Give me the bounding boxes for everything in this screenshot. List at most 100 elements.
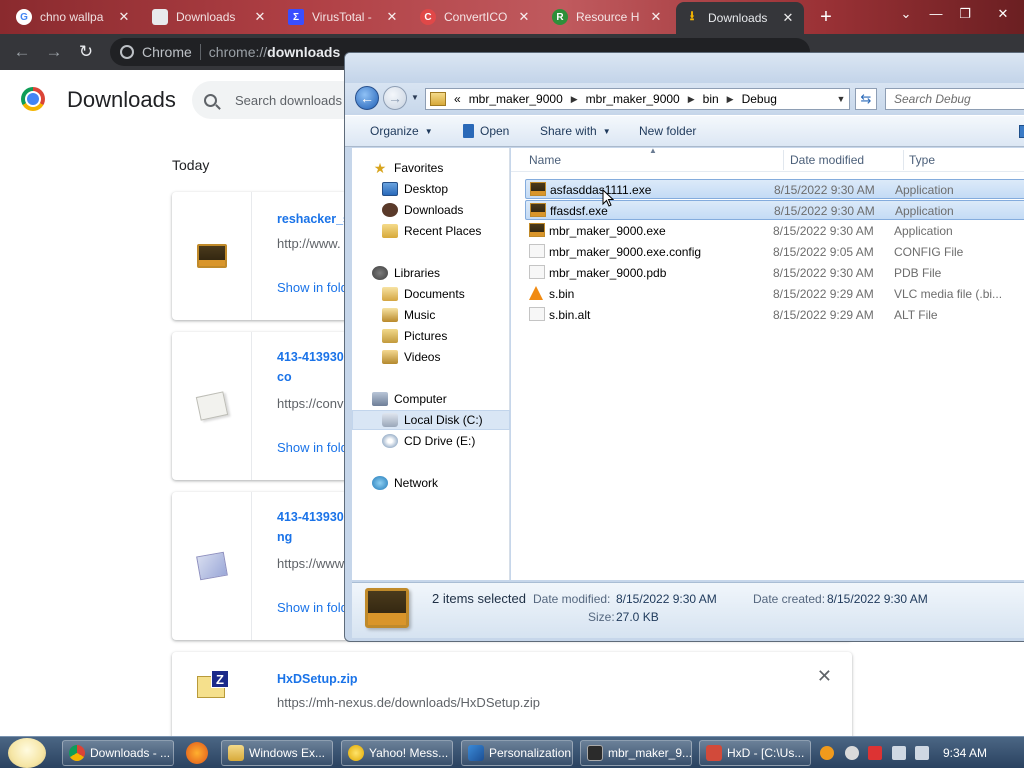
firefox-icon[interactable]	[186, 742, 208, 764]
security-tray-icon[interactable]	[868, 746, 882, 760]
recent-locations-dropdown[interactable]: ▼	[411, 93, 421, 102]
column-divider[interactable]	[783, 150, 784, 170]
close-icon[interactable]: ✕	[516, 9, 532, 25]
breadcrumb-overflow[interactable]: «	[450, 92, 465, 106]
tab-resource-hacker[interactable]: R Resource H ✕	[544, 2, 672, 32]
column-header-type[interactable]: Type	[909, 153, 935, 167]
window-close-icon[interactable]: ✕	[990, 4, 1016, 24]
file-list-pane: ▲ Name Date modified Type asfasddas1111.…	[511, 146, 1024, 580]
nav-label: Documents	[404, 287, 465, 301]
taskbar-hxd[interactable]: HxD - [C:\Us...	[699, 740, 811, 766]
breadcrumb-separator-icon[interactable]: ▶	[567, 94, 582, 105]
tab-chno-wallpaper[interactable]: G chno wallpa ✕	[8, 2, 140, 32]
minimize-icon[interactable]: —	[923, 4, 949, 24]
search-tray-icon[interactable]	[820, 746, 834, 760]
tab-downloads[interactable]: Downloads ✕	[144, 2, 276, 32]
site-info-chip[interactable]: Chrome	[120, 44, 201, 60]
file-row[interactable]: ffasdsf.exe 8/15/2022 9:30 AM Applicatio…	[525, 200, 1024, 220]
close-icon[interactable]: ✕	[252, 9, 268, 25]
nav-videos[interactable]: Videos	[352, 347, 510, 367]
system-clock[interactable]: 9:34 AM	[943, 746, 987, 760]
volume-icon[interactable]	[915, 746, 929, 760]
forward-button[interactable]: →	[383, 86, 407, 110]
refresh-button[interactable]: ⇆	[855, 88, 877, 110]
nav-documents[interactable]: Documents	[352, 284, 510, 304]
network-tray-icon[interactable]	[892, 746, 906, 760]
taskbar-windows-explorer[interactable]: Windows Ex...	[221, 740, 333, 766]
new-tab-button[interactable]: +	[815, 6, 837, 28]
reload-icon[interactable]: ↻	[74, 41, 98, 63]
taskbar-personalization[interactable]: Personalization	[461, 740, 573, 766]
tab-virustotal[interactable]: Σ VirusTotal - ✕	[280, 2, 408, 32]
nav-pictures[interactable]: Pictures	[352, 326, 510, 346]
breadcrumb-item[interactable]: mbr_maker_9000	[582, 92, 684, 106]
back-arrow-icon[interactable]: ←	[10, 41, 34, 63]
column-divider[interactable]	[903, 150, 904, 170]
start-button[interactable]	[8, 738, 46, 768]
file-row[interactable]: mbr_maker_9000.exe.config 8/15/2022 9:05…	[525, 242, 1024, 262]
tab-search-icon[interactable]: ⌄	[893, 4, 919, 24]
file-row[interactable]: s.bin 8/15/2022 9:29 AM VLC media file (…	[525, 284, 1024, 304]
explorer-address-bar[interactable]: « mbr_maker_9000 ▶ mbr_maker_9000 ▶ bin …	[425, 88, 850, 110]
nav-local-disk[interactable]: Local Disk (C:)	[352, 410, 510, 430]
nav-desktop[interactable]: Desktop	[352, 179, 510, 199]
browser-tab-strip: G chno wallpa ✕ Downloads ✕ Σ VirusTotal…	[0, 0, 1024, 34]
breadcrumb-separator-icon[interactable]: ▶	[723, 94, 738, 105]
download-file-name[interactable]: HxDSetup.zip	[277, 669, 557, 689]
breadcrumb-item[interactable]: Debug	[738, 92, 781, 106]
file-row[interactable]: mbr_maker_9000.exe 8/15/2022 9:30 AM App…	[525, 221, 1024, 241]
nav-cd-drive[interactable]: CD Drive (E:)	[352, 431, 510, 451]
share-label: Share with	[540, 124, 597, 138]
nav-label: Downloads	[404, 203, 464, 217]
breadcrumb-separator-icon[interactable]: ▶	[684, 94, 699, 105]
page-title: Downloads	[67, 87, 176, 112]
tab-converticon[interactable]: C ConvertICO ✕	[412, 2, 540, 32]
nav-libraries[interactable]: Libraries	[352, 263, 510, 283]
show-in-folder-link[interactable]: Show in fold	[277, 440, 348, 455]
tab-downloads-active[interactable]: ⭳ Downloads ✕	[676, 2, 804, 34]
back-button[interactable]: ←	[355, 86, 379, 110]
breadcrumb-item[interactable]: mbr_maker_9000	[465, 92, 567, 106]
remove-download-icon[interactable]: ✕	[817, 666, 832, 687]
close-icon[interactable]: ✕	[648, 9, 664, 25]
taskbar-chrome[interactable]: Downloads - ...	[62, 740, 174, 766]
close-icon[interactable]: ✕	[116, 9, 132, 25]
new-folder-button[interactable]: New folder	[639, 124, 696, 138]
app-icon	[587, 745, 603, 761]
explorer-title-bar[interactable]	[345, 53, 1024, 83]
file-row[interactable]: mbr_maker_9000.pdb 8/15/2022 9:30 AM PDB…	[525, 263, 1024, 283]
change-view-icon[interactable]	[1019, 125, 1024, 138]
close-icon[interactable]: ✕	[384, 9, 400, 25]
open-button[interactable]: Open	[463, 124, 509, 138]
taskbar-label: Yahoo! Mess...	[369, 746, 449, 760]
file-date: 8/15/2022 9:30 AM	[773, 224, 874, 238]
size-value: 27.0 KB	[616, 610, 659, 624]
file-row[interactable]: asfasddas1111.exe 8/15/2022 9:30 AM Appl…	[525, 179, 1024, 199]
restore-icon[interactable]: ❐	[952, 4, 978, 24]
nav-computer[interactable]: Computer	[352, 389, 510, 409]
search-placeholder: Search downloads	[235, 92, 342, 108]
nav-network[interactable]: Network	[352, 473, 510, 493]
nav-downloads[interactable]: Downloads	[352, 200, 510, 220]
forward-arrow-icon[interactable]: →	[42, 41, 66, 63]
show-in-folder-link[interactable]: Show in fold	[277, 280, 348, 295]
downloads-page-icon	[152, 9, 168, 25]
column-header-date[interactable]: Date modified	[790, 153, 864, 167]
google-icon: G	[16, 9, 32, 25]
taskbar-yahoo-messenger[interactable]: Yahoo! Mess...	[341, 740, 453, 766]
network-icon	[372, 476, 388, 490]
taskbar-mbr-maker[interactable]: mbr_maker_9...	[580, 740, 692, 766]
search-debug-input[interactable]: Search Debug	[885, 88, 1024, 110]
breadcrumb-item[interactable]: bin	[699, 92, 723, 106]
close-icon[interactable]: ✕	[780, 10, 796, 26]
nav-favorites[interactable]: ★ Favorites	[352, 158, 510, 178]
show-in-folder-link[interactable]: Show in fold	[277, 600, 348, 615]
organize-button[interactable]: Organize ▼	[370, 124, 433, 138]
messenger-tray-icon[interactable]	[845, 746, 859, 760]
column-header-name[interactable]: Name	[529, 153, 561, 167]
nav-recent-places[interactable]: Recent Places	[352, 221, 510, 241]
file-row[interactable]: s.bin.alt 8/15/2022 9:29 AM ALT File	[525, 305, 1024, 325]
chevron-down-icon[interactable]: ▼	[833, 94, 849, 104]
nav-music[interactable]: Music	[352, 305, 510, 325]
share-with-button[interactable]: Share with ▼	[540, 124, 611, 138]
